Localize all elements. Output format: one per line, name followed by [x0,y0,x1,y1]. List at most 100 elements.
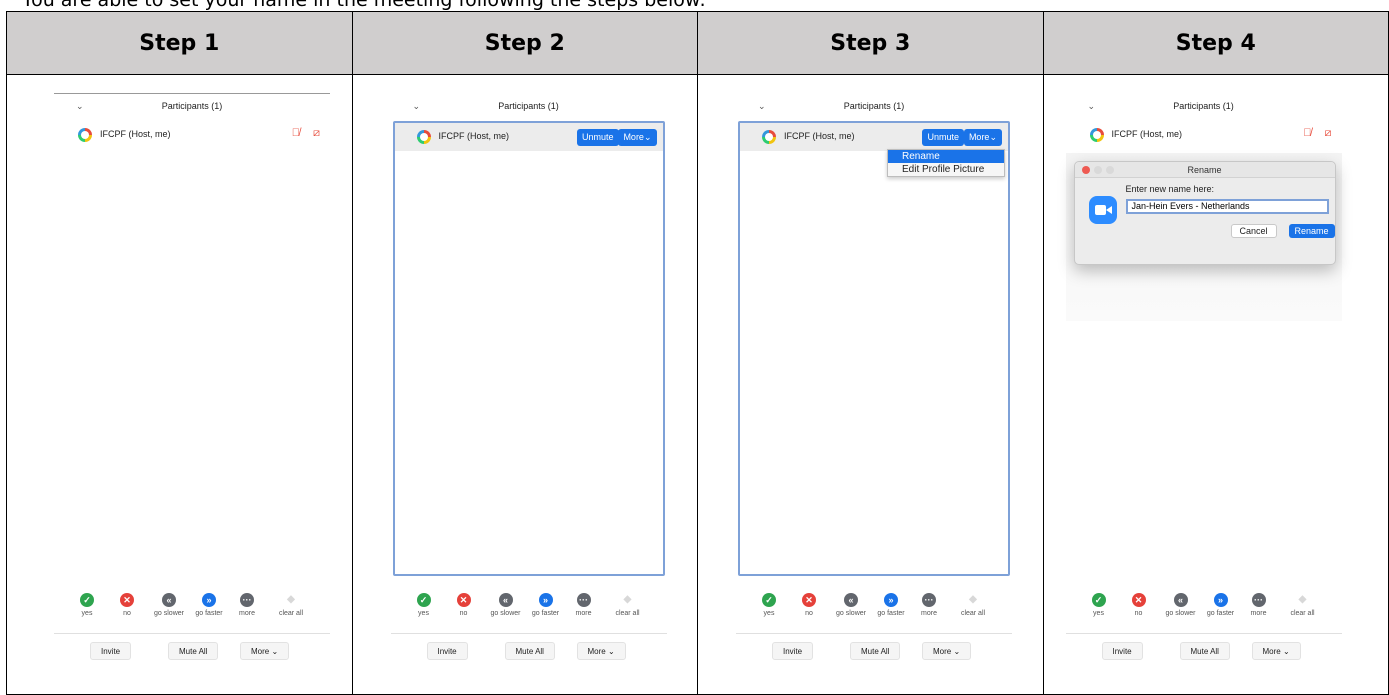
participant-row[interactable]: IFCPF (Host, me) Unmute More⌄ [740,123,1008,151]
reaction-label: clear all [960,610,986,617]
minimize-window-icon[interactable] [1093,166,1102,174]
participants-panel: ⌄ Participants (1) IFCPF (Host, me) 🎙̸ ⧄ [1065,93,1342,673]
reaction-no[interactable]: ✕ no [104,593,150,617]
panel-footer: Invite Mute All More ⌄ [1065,633,1342,665]
more-button[interactable]: More ⌄ [1251,642,1301,660]
invite-button[interactable]: Invite [426,642,468,660]
reaction-no[interactable]: ✕ no [441,593,487,617]
participant-name: IFCPF (Host, me) [784,131,855,141]
rewind-icon: « [162,593,176,607]
muted-mic-icon: 🎙̸ [291,127,300,139]
avatar [416,130,431,144]
step-4-heading: Step 4 [1042,11,1389,75]
avatar [1089,128,1104,142]
reaction-label: no [459,610,468,617]
more-label: More [587,647,606,656]
reaction-label: more [921,610,937,617]
ellipsis-icon: ··· [922,593,936,607]
panel-title: Participants (1) [843,101,905,111]
close-window-icon[interactable] [1081,166,1090,174]
chevron-down-icon: ⌄ [271,647,279,656]
participant-more-button[interactable]: More⌄ [963,129,1002,146]
step-2-heading: Step 2 [351,11,698,75]
reaction-label: more [239,610,255,617]
invite-button[interactable]: Invite [1101,642,1143,660]
reaction-label: more [1250,610,1267,617]
unmute-button[interactable]: Unmute [922,129,964,146]
menu-item-rename[interactable]: Rename [888,150,1004,163]
reactions-bar: ✓ yes ✕ no «go slower » go faster ··· more ◆… [401,593,657,625]
new-name-input[interactable]: Jan-Hein Evers - Netherlands [1125,199,1329,214]
more-button[interactable]: More ⌄ [240,642,290,660]
participants-panel: ⌄ Participants (1) IFCPF (Host, me) Unmu… [736,93,1012,673]
mute-all-button[interactable]: Mute All [168,642,219,660]
reaction-more[interactable]: ··· more [906,593,952,617]
panel-header: ⌄ Participants (1) [1066,101,1342,119]
step-2-cell: ⌄ Participants (1) IFCPF (Host, me) Unmu… [351,74,698,695]
chevron-down-icon: ⌄ [989,132,997,142]
reaction-more[interactable]: ··· more [561,593,607,617]
check-icon: ✓ [416,593,431,607]
reaction-no[interactable]: ✕ no [1116,593,1162,617]
participant-list: IFCPF (Host, me) 🎙̸ ⧄ [56,121,328,576]
reaction-label: no [805,610,813,617]
reaction-clear-all[interactable]: ◆ clear all [268,593,314,617]
dialog-label: Enter new name here: [1125,184,1215,194]
unmute-button[interactable]: Unmute [576,129,619,146]
fast-forward-icon: » [538,593,553,607]
rewind-icon: « [844,593,858,607]
mute-all-button[interactable]: Mute All [850,642,901,660]
x-icon: ✕ [456,593,471,607]
participant-list: IFCPF (Host, me) Unmute More⌄ Rename Edi… [738,121,1010,576]
steps-table: Step 1 Step 2 Step 3 Step 4 ⌄ Participan… [6,11,1389,695]
mute-all-button[interactable]: Mute All [1179,642,1230,660]
reaction-label: no [1134,610,1143,617]
zoom-logo-icon [1088,196,1117,224]
muted-mic-icon: 🎙̸ [1303,127,1312,139]
reaction-clear-all[interactable]: ◆ clear all [605,593,651,617]
panel-title: Participants (1) [1173,101,1234,111]
divider [54,93,330,94]
reaction-clear-all[interactable]: ◆ clear all [950,593,996,617]
cancel-button[interactable]: Cancel [1230,224,1277,238]
reaction-more[interactable]: ··· more [224,593,270,617]
reaction-no[interactable]: ✕ no [786,593,832,617]
check-icon: ✓ [762,593,776,607]
chevron-down-icon: ⌄ [643,132,652,142]
participant-row[interactable]: IFCPF (Host, me) Unmute More⌄ [394,123,663,151]
more-label: More [251,647,270,656]
zoom-window-icon[interactable] [1105,166,1114,174]
reactions-bar: ✓ yes ✕ no «go slower » go faster ··· more ◆… [1076,593,1332,625]
reaction-more[interactable]: ··· more [1236,593,1282,617]
reactions-bar: ✓ yes ✕ no «go slower » go faster ··· more ◆… [746,593,1002,625]
mute-all-button[interactable]: Mute All [504,642,555,660]
panel-header: ⌄ Participants (1) [391,101,667,119]
rename-button[interactable]: Rename [1288,224,1335,238]
video-off-icon: ⧄ [1324,127,1332,139]
dialog-title: Rename [1187,165,1222,175]
x-icon: ✕ [802,593,816,607]
participant-row[interactable]: IFCPF (Host, me) 🎙̸ ⧄ [1068,121,1340,149]
fast-forward-icon: » [884,593,898,607]
more-label: More [933,647,952,656]
panel-footer: Invite Mute All More ⌄ [54,633,330,665]
invite-button[interactable]: Invite [90,642,132,660]
more-button[interactable]: More ⌄ [576,642,626,660]
menu-item-edit-profile-picture[interactable]: Edit Profile Picture [888,163,1004,176]
chevron-down-icon: ⌄ [1282,647,1290,656]
ellipsis-icon: ··· [576,593,591,607]
participant-name: IFCPF (Host, me) [438,131,510,141]
reaction-label: more [575,610,592,617]
more-button[interactable]: More ⌄ [922,642,972,660]
participant-row[interactable]: IFCPF (Host, me) 🎙̸ ⧄ [56,121,328,149]
panel-title: Participants (1) [161,101,223,111]
participant-more-button[interactable]: More⌄ [618,129,657,146]
reaction-clear-all[interactable]: ◆ clear all [1280,593,1326,617]
dialog-titlebar: Rename [1074,162,1335,178]
more-label: More [1262,647,1281,656]
steps-content-row: ⌄ Participants (1) IFCPF (Host, me) 🎙̸ ⧄… [6,74,1389,695]
chevron-down-icon: ⌄ [607,647,615,656]
invite-button[interactable]: Invite [772,642,814,660]
x-icon: ✕ [120,593,134,607]
more-label: More [968,132,990,142]
